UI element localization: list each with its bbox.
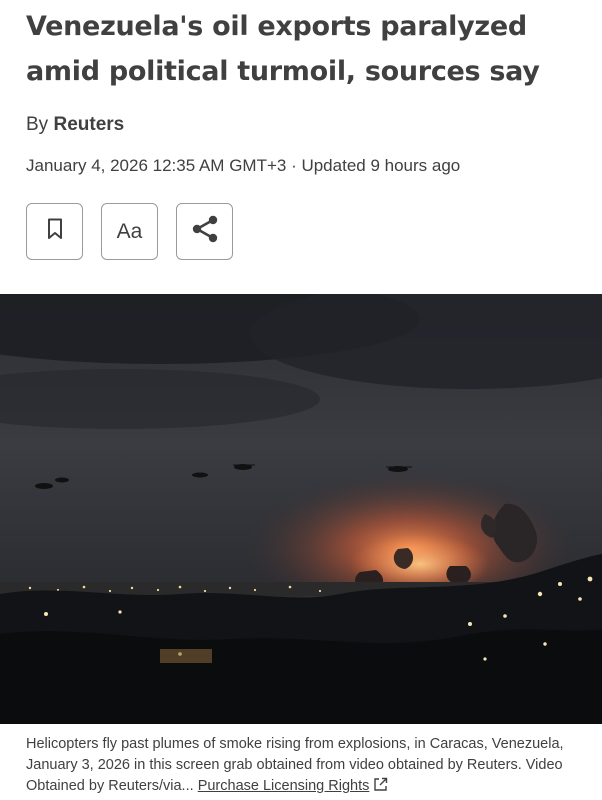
byline: By Reuters [26, 114, 124, 136]
article-dateline: January 4, 2026 12:35 AM GMT+3 · Updated… [26, 156, 461, 175]
photo-caption: Helicopters fly past plumes of smoke ris… [26, 734, 586, 799]
bookmark-button[interactable] [26, 203, 83, 260]
article-toolbar: Aa [26, 203, 233, 260]
font-size-label: Aa [116, 219, 143, 243]
share-icon [190, 215, 220, 248]
font-size-button[interactable]: Aa [101, 203, 158, 260]
bookmark-icon [47, 218, 63, 245]
external-link-icon[interactable] [373, 777, 388, 799]
byline-prefix: By [26, 114, 49, 135]
photo-scene [0, 294, 602, 724]
article-headline: Venezuela's oil exports paralyzed amid p… [26, 11, 540, 87]
article-photo[interactable] [0, 294, 602, 724]
purchase-licensing-link[interactable]: Purchase Licensing Rights [198, 778, 370, 794]
share-button[interactable] [176, 203, 233, 260]
author-link[interactable]: Reuters [53, 114, 124, 135]
